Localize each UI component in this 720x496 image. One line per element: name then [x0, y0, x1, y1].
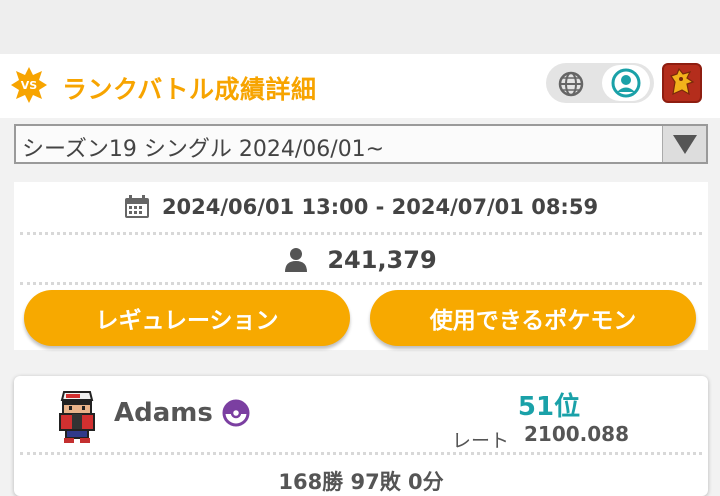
divider [20, 282, 702, 285]
divider [20, 232, 702, 235]
header: VS ランクバトル成績詳細 [0, 54, 720, 118]
page-title: ランクバトル成績詳細 [62, 75, 317, 104]
game-icon[interactable] [662, 63, 702, 103]
season-info-card: 2024/06/01 13:00 - 2024/07/01 08:59 241,… [14, 182, 708, 350]
user-icon[interactable] [602, 65, 650, 101]
usable-pokemon-button[interactable]: 使用できるポケモン [370, 290, 696, 346]
trainer-name: Adams [114, 398, 213, 428]
players-row: 241,379 [14, 244, 708, 276]
calendar-icon [124, 195, 149, 218]
svg-text:VS: VS [21, 79, 38, 92]
rank-value: 51位 [517, 392, 581, 422]
person-icon [285, 248, 308, 272]
rate-value: 2100.088 [524, 422, 630, 446]
top-band [0, 0, 720, 54]
season-select-value: シーズン19 シングル 2024/06/01~ [22, 137, 385, 162]
win-loss-record: 168勝 97敗 0分 [278, 470, 444, 494]
rate-label: レート [452, 430, 510, 452]
globe-icon[interactable] [554, 67, 588, 101]
vs-badge: VS [11, 67, 47, 103]
trainer-avatar [59, 391, 95, 443]
divider [20, 452, 702, 455]
season-select[interactable]: シーズン19 シングル 2024/06/01~ [14, 124, 708, 164]
view-toggle[interactable] [546, 63, 654, 103]
player-count: 241,379 [327, 246, 437, 274]
regulation-button[interactable]: レギュレーション [24, 290, 350, 346]
season-period: 2024/06/01 13:00 - 2024/07/01 08:59 [161, 195, 599, 219]
chevron-down-icon[interactable] [662, 126, 706, 162]
period-row: 2024/06/01 13:00 - 2024/07/01 08:59 [14, 192, 708, 222]
trainer-rank-card[interactable]: Adams 51位 レート 2100.088 168勝 97敗 0分 [14, 376, 708, 496]
poke-ball-icon [222, 399, 250, 427]
